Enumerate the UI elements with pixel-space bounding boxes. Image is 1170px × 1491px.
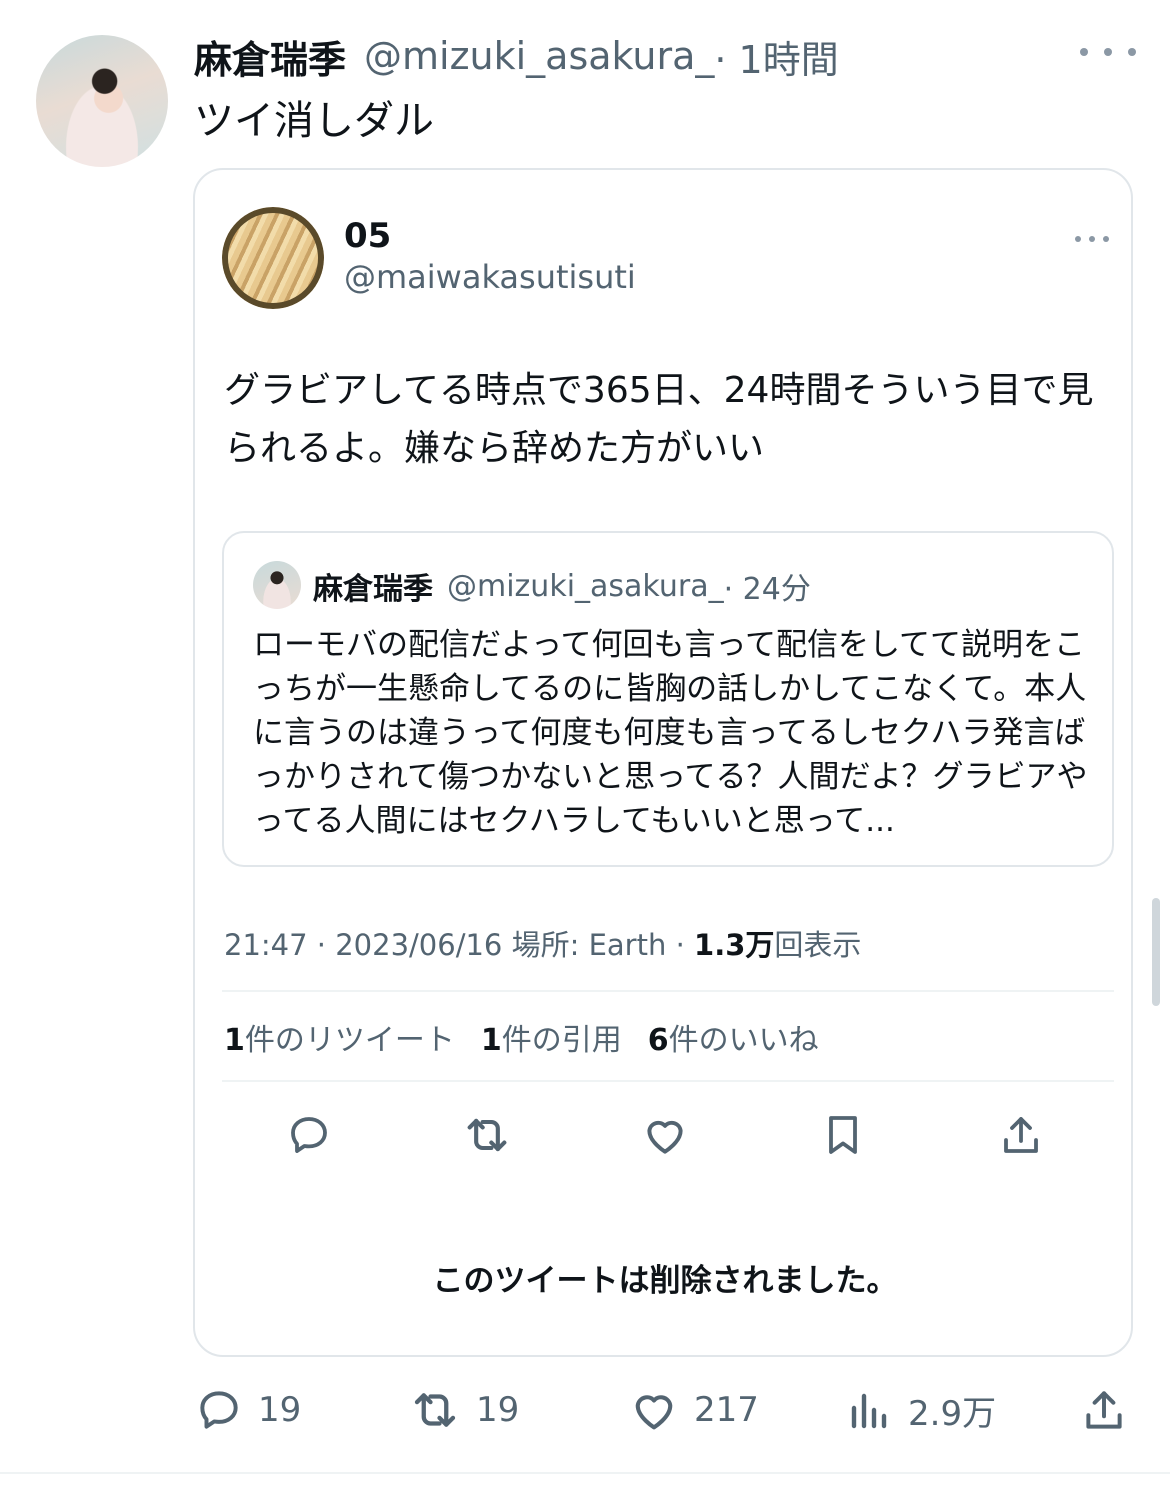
retweet-icon[interactable] xyxy=(457,1105,517,1165)
meta-timestamp: 21:47 · 2023/06/16 場所: Earth · xyxy=(224,928,685,962)
views-count: 2.9万 xyxy=(908,1393,997,1434)
like-icon[interactable] xyxy=(635,1105,695,1165)
quotes-count: 1 xyxy=(480,1023,502,1058)
inner-quote-text: ローモバの配信だよって何回も言って配信をしてて説明をこっちが一生懸命してるのに皆… xyxy=(253,627,1088,839)
tweet-header: 麻倉瑞季 @mizuki_asakura_ · 1時間 xyxy=(194,28,839,84)
divider xyxy=(222,1080,1114,1082)
inner-quote-header: 麻倉瑞季 @mizuki_asakura_ · 24分 xyxy=(313,562,811,610)
quoted-action-bar xyxy=(222,1105,1114,1165)
quoted-author-name[interactable]: 05 xyxy=(344,216,391,256)
divider xyxy=(222,990,1114,992)
quoted-author-avatar[interactable] xyxy=(222,207,324,309)
share-button[interactable] xyxy=(1079,1380,1129,1440)
reply-icon[interactable] xyxy=(279,1105,339,1165)
bookmark-icon[interactable] xyxy=(813,1105,873,1165)
tweet-meta: 21:47 · 2023/06/16 場所: Earth · 1.3万回表示 xyxy=(224,922,861,964)
quoted-author-handle[interactable]: @maiwakasutisuti xyxy=(344,258,636,296)
like-count: 217 xyxy=(694,1390,759,1430)
share-icon[interactable] xyxy=(991,1105,1051,1165)
reply-button[interactable]: 19 xyxy=(194,1380,301,1440)
bottom-divider xyxy=(0,1472,1170,1474)
quotes-stat[interactable]: 1件の引用 xyxy=(481,1015,622,1059)
author-avatar[interactable] xyxy=(36,35,168,167)
views-label: 回表示 xyxy=(774,928,862,962)
like-button[interactable]: 217 xyxy=(628,1380,759,1440)
engagement-stats: 1件のリツイート 1件の引用 6件のいいね xyxy=(224,1015,819,1059)
views-count[interactable]: 1.3万 xyxy=(694,928,774,962)
inner-author-avatar xyxy=(253,561,301,609)
retweets-label: 件のリツイート xyxy=(244,1023,455,1058)
quoted-tweet-card[interactable]: 05 @maiwakasutisuti グラビアしてる時点で365日、24時間そ… xyxy=(193,168,1133,1357)
scrollbar[interactable] xyxy=(1152,898,1160,1006)
views-icon xyxy=(846,1386,894,1434)
quoted-more-icon[interactable] xyxy=(1075,234,1109,244)
like-icon xyxy=(628,1384,680,1436)
retweets-stat[interactable]: 1件のリツイート xyxy=(224,1015,455,1059)
retweet-icon xyxy=(408,1383,462,1437)
likes-count: 6 xyxy=(647,1023,669,1058)
views-button[interactable]: 2.9万 xyxy=(846,1380,996,1440)
inner-quoted-tweet[interactable]: 麻倉瑞季 @mizuki_asakura_ · 24分 ローモバの配信だよって何… xyxy=(222,531,1114,867)
author-name[interactable]: 麻倉瑞季 xyxy=(194,29,346,84)
inner-author-handle: @mizuki_asakura_ xyxy=(447,568,724,604)
tweet-action-bar: 19 19 217 2.9万 xyxy=(194,1380,1144,1440)
tweet-text: ツイ消しダル xyxy=(194,98,434,144)
likes-stat[interactable]: 6件のいいね xyxy=(648,1015,819,1059)
reply-icon xyxy=(194,1385,244,1435)
retweet-count: 19 xyxy=(476,1390,520,1430)
quoted-tweet-text: グラビアしてる時点で365日、24時間そういう目で見られるよ。嫌なら辞めた方がい… xyxy=(224,370,1094,469)
quotes-label: 件の引用 xyxy=(501,1023,622,1058)
inner-author-name: 麻倉瑞季 xyxy=(313,572,433,607)
likes-label: 件のいいね xyxy=(668,1023,819,1058)
reply-count: 19 xyxy=(258,1390,302,1430)
more-icon[interactable] xyxy=(1080,37,1136,67)
author-handle[interactable]: @mizuki_asakura_ xyxy=(364,34,714,78)
tweet-time[interactable]: · 1時間 xyxy=(714,29,838,84)
inner-tweet-time: · 24分 xyxy=(723,572,811,607)
retweet-button[interactable]: 19 xyxy=(408,1380,519,1440)
share-icon xyxy=(1079,1385,1129,1435)
retweets-count: 1 xyxy=(224,1023,245,1058)
deleted-tweet-notice: このツイートは削除されました。 xyxy=(432,1263,898,1299)
